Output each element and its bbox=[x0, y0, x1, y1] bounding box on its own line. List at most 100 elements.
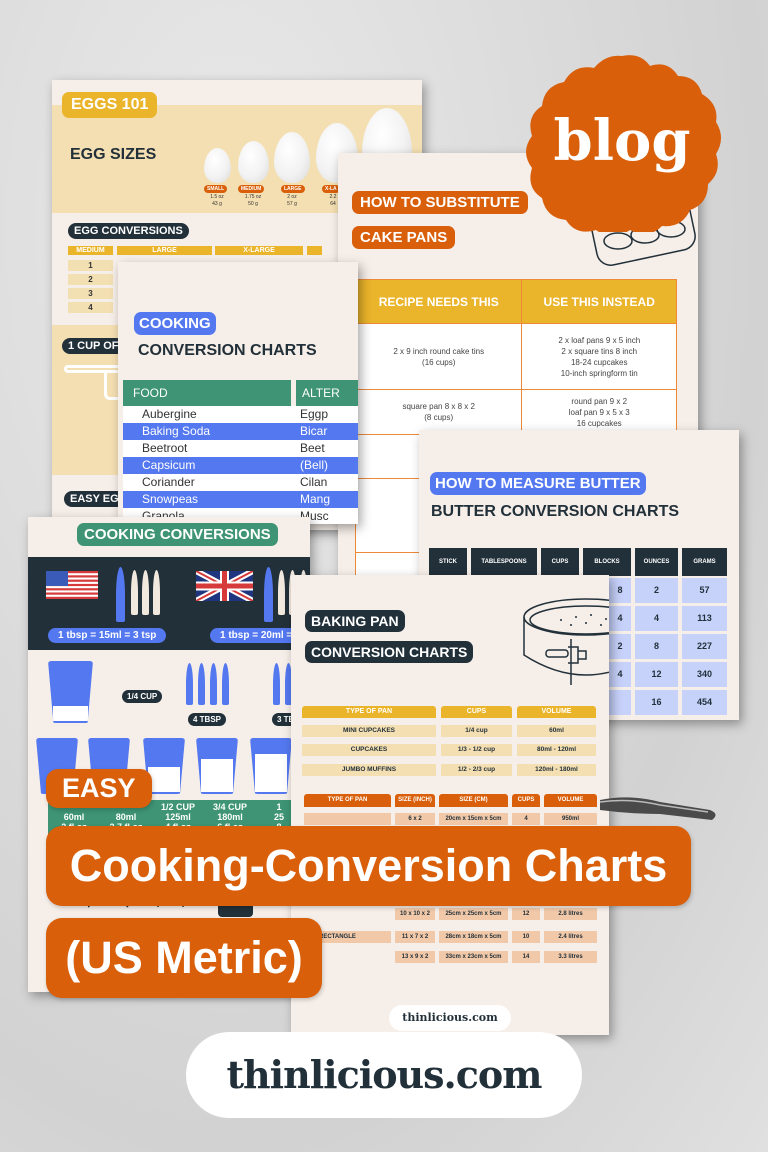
cup-ml: 60ml bbox=[63, 812, 85, 822]
food-alt: Mang bbox=[300, 492, 331, 506]
measuring-cup-handle bbox=[104, 370, 118, 400]
egg-col-large: LARGE bbox=[117, 246, 212, 255]
t2-col-type: TYPE OF PAN bbox=[304, 794, 391, 807]
t2-cell: 25cm x 25cm x 5cm bbox=[439, 908, 508, 920]
cooking-conversions-tag: COOKING CONVERSIONS bbox=[77, 523, 278, 546]
butter-blocks: 2 bbox=[609, 634, 631, 659]
egg-conversions-tag: EGG CONVERSIONS bbox=[68, 223, 189, 239]
substitute-tag: HOW TO SUBSTITUTE bbox=[352, 191, 528, 214]
cell-text: round pan 9 x 2 bbox=[571, 396, 628, 406]
easy-tag: EASY bbox=[46, 769, 152, 808]
conversion-charts-title: CONVERSION CHARTS bbox=[138, 342, 317, 359]
t1-cell: CUPCAKES bbox=[302, 744, 436, 756]
three-quarter-cup-icon bbox=[196, 738, 238, 794]
egg-small-icon bbox=[204, 148, 231, 183]
cooking-tag: COOKING bbox=[134, 312, 216, 335]
us-tbsp-rule: 1 tbsp = 15ml = 3 tsp bbox=[48, 628, 167, 643]
cup-label: 3/4 CUP bbox=[212, 802, 247, 812]
butter-grams: 340 bbox=[682, 662, 727, 687]
footer-brand: thinlicious.com bbox=[389, 1005, 511, 1031]
brand-logo[interactable]: thinlicious.com bbox=[186, 1032, 582, 1118]
egg-row: 1 bbox=[68, 260, 113, 271]
t2-cell: 10 x 10 x 2 bbox=[395, 908, 435, 920]
t1-cell: 1/4 cup bbox=[441, 725, 512, 737]
butter-ounces: 12 bbox=[635, 662, 678, 687]
egg-sizes-title: EGG SIZES bbox=[70, 146, 157, 163]
t2-cell: 3.3 litres bbox=[544, 951, 597, 963]
food-name: Baking Soda bbox=[142, 424, 211, 438]
egg-col-extra bbox=[307, 246, 322, 255]
tablespoon-icon bbox=[116, 567, 125, 622]
t1-col-volume: VOLUME bbox=[517, 706, 596, 718]
t2-cell: 13 x 9 x 2 bbox=[395, 951, 435, 963]
t2-cell bbox=[304, 813, 391, 825]
food-name: Beetroot bbox=[142, 441, 188, 455]
cell-text: 2 x loaf pans 9 x 5 inch bbox=[558, 335, 641, 345]
t2-col-cups: CUPS bbox=[512, 794, 540, 807]
butter-blocks: 4 bbox=[609, 606, 631, 631]
cell-text: 18-24 cupcakes bbox=[570, 357, 628, 367]
butter-ounces: 2 bbox=[635, 578, 678, 603]
cell-text: loaf pan 9 x 5 x 3 bbox=[568, 407, 630, 417]
teaspoon-icon bbox=[142, 570, 149, 615]
t1-cell: 80ml - 120ml bbox=[517, 744, 596, 756]
t2-col-volume: VOLUME bbox=[544, 794, 597, 807]
springform-pan-icon bbox=[523, 598, 609, 685]
t2-cell: 4 bbox=[512, 813, 540, 825]
butter-grams: 454 bbox=[682, 690, 727, 715]
t2-cell: 20cm x 15cm x 5cm bbox=[439, 813, 508, 825]
food-alt: Eggp bbox=[300, 407, 329, 421]
cup-ml: 80ml bbox=[115, 812, 137, 822]
butter-ounces: 16 bbox=[635, 690, 678, 715]
egg-size-label: MEDIUM bbox=[238, 185, 265, 193]
egg-row: 4 bbox=[68, 302, 113, 313]
baking-conversion-charts-tag: CONVERSION CHARTS bbox=[305, 641, 474, 663]
col-grams: GRAMS bbox=[682, 548, 727, 576]
tablespoon-icon bbox=[273, 663, 280, 705]
food-name: Aubergine bbox=[142, 407, 197, 421]
baking-pan-tag: BAKING PAN bbox=[305, 610, 405, 632]
t2-cell: 2.8 litres bbox=[544, 908, 597, 920]
t1-cell: MINI CUPCAKES bbox=[302, 725, 436, 737]
t2-col-inch: SIZE (INCH) bbox=[395, 794, 435, 807]
blog-badge: blog bbox=[526, 55, 721, 232]
t2-cell: 33cm x 23cm x 5cm bbox=[439, 951, 508, 963]
baking-pan-card: BAKING PAN CONVERSION CHARTS TYPE OF PAN… bbox=[291, 575, 609, 1035]
butter-blocks: 4 bbox=[609, 662, 631, 687]
t1-col-type: TYPE OF PAN bbox=[302, 706, 436, 718]
egg-col-medium: MEDIUM bbox=[68, 246, 113, 255]
col-alternative: ALTER bbox=[296, 380, 358, 406]
egg-oz: 1.5 oz bbox=[210, 194, 224, 200]
t2-cell: 2.4 litres bbox=[544, 931, 597, 943]
col-ounces: OUNCES bbox=[635, 548, 678, 576]
egg-medium-icon bbox=[238, 141, 269, 183]
egg-row: 2 bbox=[68, 274, 113, 285]
egg-g: 50 g bbox=[248, 201, 258, 207]
us-flag-icon bbox=[46, 571, 98, 599]
t2-cell: 11 x 7 x 2 bbox=[395, 931, 435, 943]
t1-col-cups: CUPS bbox=[441, 706, 512, 718]
cup-label: 1 bbox=[276, 802, 282, 812]
tablespoon-icon bbox=[210, 663, 217, 705]
t1-cell: JUMBO MUFFINS bbox=[302, 764, 436, 776]
t2-cell: 6 x 2 bbox=[395, 813, 435, 825]
food-alt: Beet bbox=[300, 441, 325, 455]
teaspoon-icon bbox=[131, 570, 138, 615]
quarter-cup-icon bbox=[48, 661, 93, 723]
butter-ounces: 4 bbox=[635, 606, 678, 631]
cell-text: 16 cupcakes bbox=[576, 418, 622, 428]
col-food: FOOD bbox=[123, 380, 291, 406]
cup-of-tag: 1 CUP OF bbox=[62, 338, 125, 354]
egg-oz: 2 oz bbox=[287, 194, 297, 200]
one-cup-icon bbox=[250, 738, 292, 794]
food-conversion-card: COOKING CONVERSION CHARTS FOOD ALTER Aub… bbox=[118, 262, 358, 524]
measure-butter-tag: HOW TO MEASURE BUTTER bbox=[430, 472, 646, 495]
col-recipe-needs: RECIPE NEEDS THIS bbox=[354, 279, 523, 324]
t2-cell: 10 bbox=[512, 931, 540, 943]
butter-blocks: 8 bbox=[609, 578, 631, 603]
cake-pans-tag: CAKE PANS bbox=[352, 226, 456, 249]
eggs-101-tag: EGGS 101 bbox=[62, 92, 158, 118]
tablespoon-icon bbox=[198, 663, 205, 705]
egg-size-label: SMALL bbox=[204, 185, 228, 193]
cup-ml: 125ml bbox=[165, 812, 191, 822]
